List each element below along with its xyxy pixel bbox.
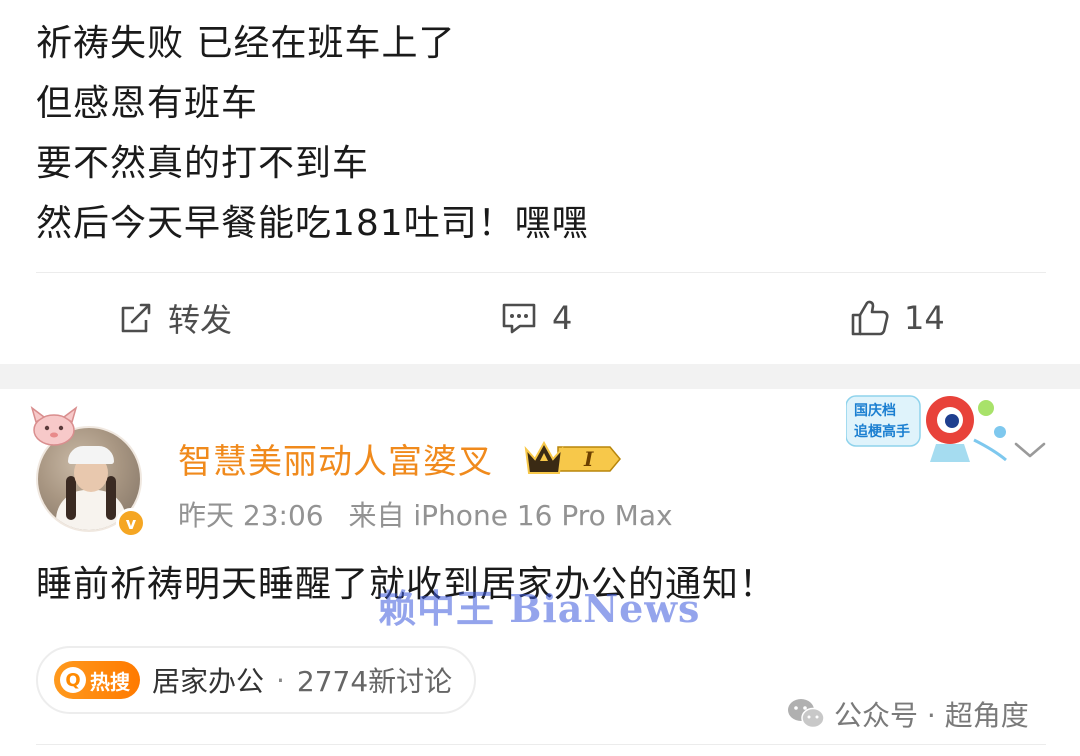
topic-discussion-count: 2774新讨论 xyxy=(296,665,453,698)
source-credit-text: 公众号 · 超角度 xyxy=(834,699,1029,732)
comment-count: 4 xyxy=(552,299,573,337)
comment-button[interactable]: 4 xyxy=(500,290,572,346)
vip-crown-icon[interactable]: I xyxy=(522,437,622,481)
comment-icon xyxy=(502,303,536,334)
like-count: 14 xyxy=(904,299,945,337)
divider xyxy=(36,272,1046,273)
post-meta: 昨天 23:06 来自 iPhone 16 Pro Max xyxy=(178,494,673,534)
divider xyxy=(36,744,1046,745)
watermark: 赖中王 BiaNews xyxy=(378,586,701,631)
hot-topic-link[interactable]: Q 热搜 居家办公 · 2774新讨论 xyxy=(36,646,476,714)
avatar-pendant-icon xyxy=(30,406,78,446)
repost-button[interactable]: 转发 xyxy=(118,290,232,346)
search-icon: Q xyxy=(60,667,86,693)
post1-line: 但感恩有班车 xyxy=(36,83,259,124)
verified-badge: v xyxy=(116,508,146,538)
topic-name: 居家办公 xyxy=(152,665,265,698)
post-time: 昨天 23:06 xyxy=(178,499,324,532)
feed-separator xyxy=(0,364,1080,389)
hot-search-tag: Q 热搜 xyxy=(54,661,140,699)
post-source[interactable]: 来自 iPhone 16 Pro Max xyxy=(349,499,673,532)
wechat-icon xyxy=(788,699,825,729)
card-decoration-badge-icon: 国庆档 追梗高手 xyxy=(846,395,1007,462)
post1-action-bar: 转发 4 14 xyxy=(0,290,1080,346)
repost-label: 转发 xyxy=(168,301,233,339)
post1-body: 祈祷失败 已经在班车上了 但感恩有班车 要不然真的打不到车 然后今天早餐能吃18… xyxy=(36,14,589,254)
like-button[interactable]: 14 xyxy=(850,290,945,346)
post1-line: 然后今天早餐能吃181吐司！嘿嘿 xyxy=(36,203,589,244)
hot-search-label: 热搜 xyxy=(90,669,130,694)
chevron-down-icon[interactable] xyxy=(1012,438,1048,462)
weibo-feed: 祈祷失败 已经在班车上了 但感恩有班车 要不然真的打不到车 然后今天早餐能吃18… xyxy=(0,0,1080,756)
vip-level: I xyxy=(583,447,594,471)
username[interactable]: 智慧美丽动人富婆叉 xyxy=(178,434,493,483)
svg-text:追梗高手: 追梗高手 xyxy=(854,423,910,439)
repost-icon xyxy=(121,303,151,333)
avatar[interactable]: v xyxy=(28,404,158,544)
topic-separator: · xyxy=(276,663,285,697)
svg-text:国庆档: 国庆档 xyxy=(854,402,896,418)
post1-line: 要不然真的打不到车 xyxy=(36,143,370,184)
post1-line: 祈祷失败 已经在班车上了 xyxy=(36,23,456,64)
source-credit: 公众号 · 超角度 xyxy=(786,694,1029,734)
thumbs-up-icon xyxy=(851,300,889,336)
